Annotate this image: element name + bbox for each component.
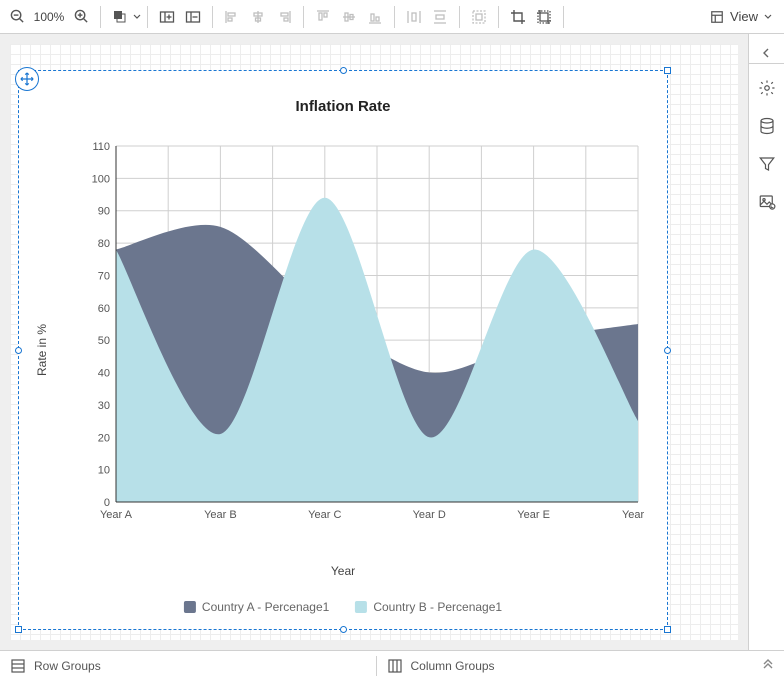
zoom-in-button[interactable] [68, 4, 94, 30]
resize-handle[interactable] [340, 67, 347, 74]
resize-handle[interactable] [664, 626, 671, 633]
align-center-h-button [245, 4, 271, 30]
column-groups-label: Column Groups [411, 659, 495, 673]
fit-button[interactable] [531, 4, 557, 30]
distribute-h-button [401, 4, 427, 30]
side-panel [748, 34, 784, 650]
chevron-down-icon [133, 13, 141, 21]
distribute-v-button [427, 4, 453, 30]
align-bottom-button [362, 4, 388, 30]
move-handle[interactable] [15, 67, 39, 91]
align-center-v-button [336, 4, 362, 30]
group-button [466, 4, 492, 30]
resize-handle[interactable] [15, 626, 22, 633]
insert-column-button[interactable] [154, 4, 180, 30]
remove-column-button[interactable] [180, 4, 206, 30]
groups-bar: Row Groups Column Groups [0, 650, 784, 680]
filter-icon[interactable] [753, 150, 781, 178]
row-groups-label: Row Groups [34, 659, 101, 673]
view-label: View [730, 9, 758, 24]
align-right-button [271, 4, 297, 30]
resize-handle[interactable] [340, 626, 347, 633]
chevron-down-icon [764, 13, 772, 21]
align-left-button [219, 4, 245, 30]
layout-icon [710, 10, 724, 24]
toolbar: 100% View [0, 0, 784, 34]
zoom-out-button[interactable] [4, 4, 30, 30]
crop-button[interactable] [505, 4, 531, 30]
row-groups-section[interactable]: Row Groups [0, 658, 376, 674]
zoom-level[interactable]: 100% [30, 10, 68, 24]
layers-button[interactable] [107, 4, 133, 30]
design-canvas[interactable]: Inflation Rate Rate in % Year 0102030405… [0, 34, 748, 650]
resize-handle[interactable] [664, 67, 671, 74]
view-menu-button[interactable]: View [706, 4, 780, 30]
collapse-panel-button[interactable] [749, 42, 784, 64]
row-groups-icon [10, 658, 26, 674]
column-groups-icon [387, 658, 403, 674]
resize-handle[interactable] [664, 347, 671, 354]
image-icon[interactable] [753, 188, 781, 216]
align-top-button [310, 4, 336, 30]
database-icon[interactable] [753, 112, 781, 140]
expand-groups-button[interactable] [752, 658, 784, 673]
gear-icon[interactable] [753, 74, 781, 102]
column-groups-section[interactable]: Column Groups [377, 658, 753, 674]
resize-handle[interactable] [15, 347, 22, 354]
selection-outline [18, 70, 668, 630]
